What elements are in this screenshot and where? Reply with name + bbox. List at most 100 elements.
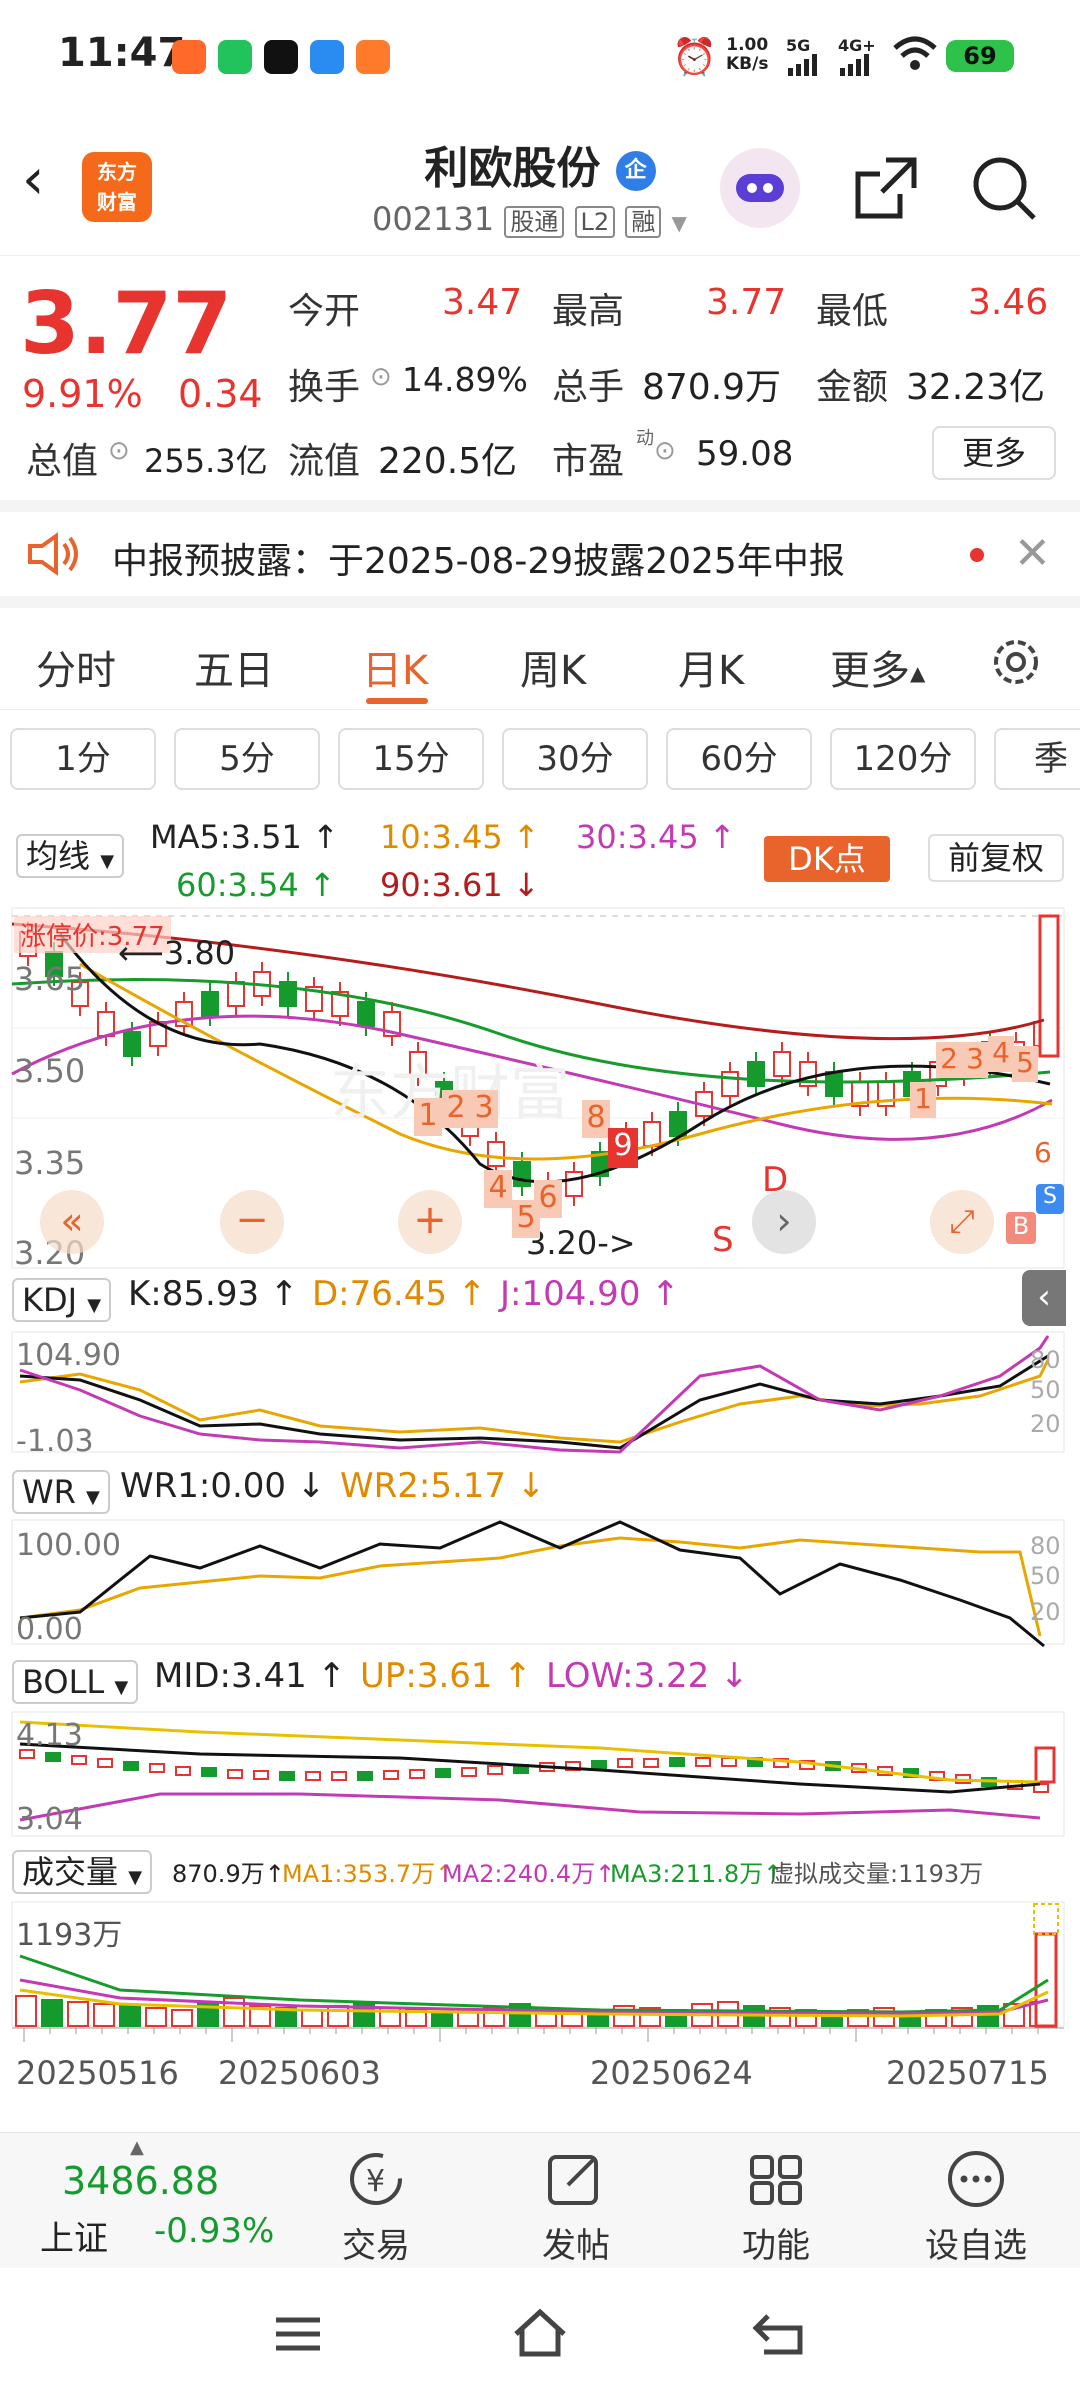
- chevron-down-icon: ▼: [114, 1677, 129, 1698]
- pe-label: 市盈: [552, 441, 625, 482]
- boll-dropdown[interactable]: BOLL ▼: [12, 1660, 139, 1704]
- change-value: 0.34: [178, 372, 263, 416]
- boll-candle: [227, 1769, 243, 1779]
- add-watchlist-button[interactable]: 设自选: [906, 2149, 1046, 2267]
- share-icon[interactable]: [850, 154, 920, 228]
- clock: 11:47: [58, 30, 186, 76]
- index-value[interactable]: 3486.88: [62, 2159, 219, 2203]
- zoom-in-icon[interactable]: +: [398, 1190, 462, 1254]
- close-icon[interactable]: ✕: [1014, 528, 1051, 579]
- wr-dropdown[interactable]: WR ▼: [12, 1470, 110, 1514]
- tab-intraday[interactable]: 分时: [36, 638, 116, 696]
- home-icon[interactable]: [510, 2306, 570, 2364]
- grid-icon: [750, 2155, 802, 2205]
- interval-60m[interactable]: 60分: [666, 728, 812, 790]
- interval-15m[interactable]: 15分: [338, 728, 484, 790]
- stock-code-row: 002131 股通 L2 融 ▼: [372, 200, 687, 238]
- collapse-panel-icon[interactable]: ‹: [1022, 1270, 1066, 1326]
- fullscreen-icon[interactable]: ⤢: [930, 1190, 994, 1254]
- bottom-toolbar: ▲ 3486.88 上证 -0.93% ¥ 交易 发帖 功能 设自选: [0, 2132, 1080, 2268]
- more-button[interactable]: 更多: [932, 426, 1056, 480]
- ma30-value: 30:3.45 ↑: [576, 818, 736, 856]
- td-count: 6: [1034, 1136, 1052, 1169]
- boll-candle: [71, 1755, 87, 1765]
- zoom-scroll-left-icon[interactable]: «: [40, 1190, 104, 1254]
- volume-bar: [353, 2001, 375, 2027]
- interval-5m[interactable]: 5分: [174, 728, 320, 790]
- boll-candle: [721, 1757, 737, 1767]
- volume-value: 870.9万: [642, 367, 782, 408]
- app-notification-icon: [356, 40, 390, 74]
- td-count: 1: [910, 1082, 936, 1118]
- volume-max: 1193万: [16, 1918, 123, 1953]
- ma-dropdown[interactable]: 均线 ▼: [16, 834, 125, 878]
- zoom-out-icon[interactable]: −: [220, 1190, 284, 1254]
- volume-bar: [119, 2005, 141, 2027]
- info-icon[interactable]: ⊙: [654, 436, 676, 466]
- post-button[interactable]: 发帖: [506, 2149, 646, 2267]
- td-count: 2: [442, 1090, 470, 1128]
- boll-candle: [305, 1771, 321, 1781]
- interval-quarter[interactable]: 季: [994, 728, 1080, 790]
- menu-icon[interactable]: [272, 2312, 324, 2360]
- signal-4g: 4G+: [838, 36, 876, 55]
- notice-text: 中报预披露：于2025-08-29披露2025年中报: [112, 541, 845, 582]
- info-icon[interactable]: ⊙: [108, 436, 130, 466]
- info-icon[interactable]: ⊙: [370, 362, 392, 392]
- wr-chart: [11, 1519, 1065, 1648]
- battery-icon: 69: [946, 40, 1014, 72]
- td-count: 5: [1012, 1046, 1038, 1082]
- trade-button[interactable]: ¥ 交易: [306, 2149, 446, 2267]
- dk-point-button[interactable]: DK点: [764, 836, 890, 882]
- low-marker: 3.20->: [526, 1224, 636, 1262]
- tab-5day[interactable]: 五日: [194, 638, 274, 696]
- boll-candle: [253, 1770, 269, 1780]
- kdj-min: -1.03: [16, 1424, 94, 1459]
- boll-candle: [617, 1758, 633, 1768]
- date-label: 20250715: [886, 2054, 1049, 2092]
- chevron-down-icon: ▼: [671, 211, 687, 235]
- kdj-dropdown[interactable]: KDJ ▼: [12, 1278, 112, 1322]
- wifi-icon: [893, 36, 937, 76]
- tab-more[interactable]: 更多▲: [830, 638, 925, 696]
- quote-panel: 3.77 9.91% 0.34 今开 3.47 最高 3.77 最低 3.46 …: [0, 256, 1080, 500]
- index-pct[interactable]: -0.93%: [154, 2211, 274, 2251]
- boll-candle: [45, 1752, 61, 1762]
- tab-weekly-k[interactable]: 周K: [520, 638, 586, 696]
- boll-candle: [357, 1771, 373, 1781]
- boll-max: 4.13: [16, 1718, 83, 1753]
- volume-dropdown[interactable]: 成交量 ▼: [12, 1850, 153, 1894]
- boll-candle: [487, 1765, 503, 1775]
- tab-daily-k[interactable]: 日K: [362, 638, 428, 696]
- boll-candle: [123, 1761, 139, 1771]
- function-button[interactable]: 功能: [706, 2149, 846, 2267]
- kdj-ref: 50: [1030, 1376, 1061, 1404]
- price-adjust-button[interactable]: 前复权: [928, 834, 1064, 882]
- volume-label: 总手: [552, 367, 625, 408]
- boll-candle: [279, 1771, 295, 1781]
- kdj-chart: [11, 1331, 1065, 1454]
- interval-30m[interactable]: 30分: [502, 728, 648, 790]
- interval-1m[interactable]: 1分: [10, 728, 156, 790]
- chevron-down-icon: ▼: [86, 1487, 100, 1508]
- search-icon[interactable]: [970, 154, 1040, 228]
- signal-5g: 5G: [786, 36, 811, 55]
- interval-120m[interactable]: 120分: [830, 728, 976, 790]
- compose-icon: [548, 2155, 598, 2205]
- scroll-right-icon[interactable]: ›: [752, 1190, 816, 1254]
- chart-tabs: 分时 五日 日K 周K 月K 更多▲: [0, 610, 1080, 710]
- index-name[interactable]: 上证: [40, 2211, 108, 2260]
- tab-monthly-k[interactable]: 月K: [678, 638, 744, 696]
- pe-dynamic-mark: 动: [636, 428, 654, 449]
- back-nav-icon[interactable]: [752, 2308, 808, 2362]
- last-price: 3.77: [20, 274, 233, 374]
- kdj-max: 104.90: [16, 1338, 121, 1373]
- active-tab-indicator: [366, 698, 428, 704]
- notice-banner[interactable]: 中报预披露：于2025-08-29披露2025年中报 ✕: [0, 500, 1080, 608]
- td-count: 4: [988, 1036, 1014, 1072]
- wr1-value: WR1:0.00 ↓: [120, 1466, 326, 1506]
- ai-assistant-avatar[interactable]: [720, 148, 800, 228]
- settings-icon[interactable]: [988, 634, 1044, 694]
- amount-value: 32.23亿: [906, 367, 1046, 408]
- boll-candle: [201, 1767, 217, 1777]
